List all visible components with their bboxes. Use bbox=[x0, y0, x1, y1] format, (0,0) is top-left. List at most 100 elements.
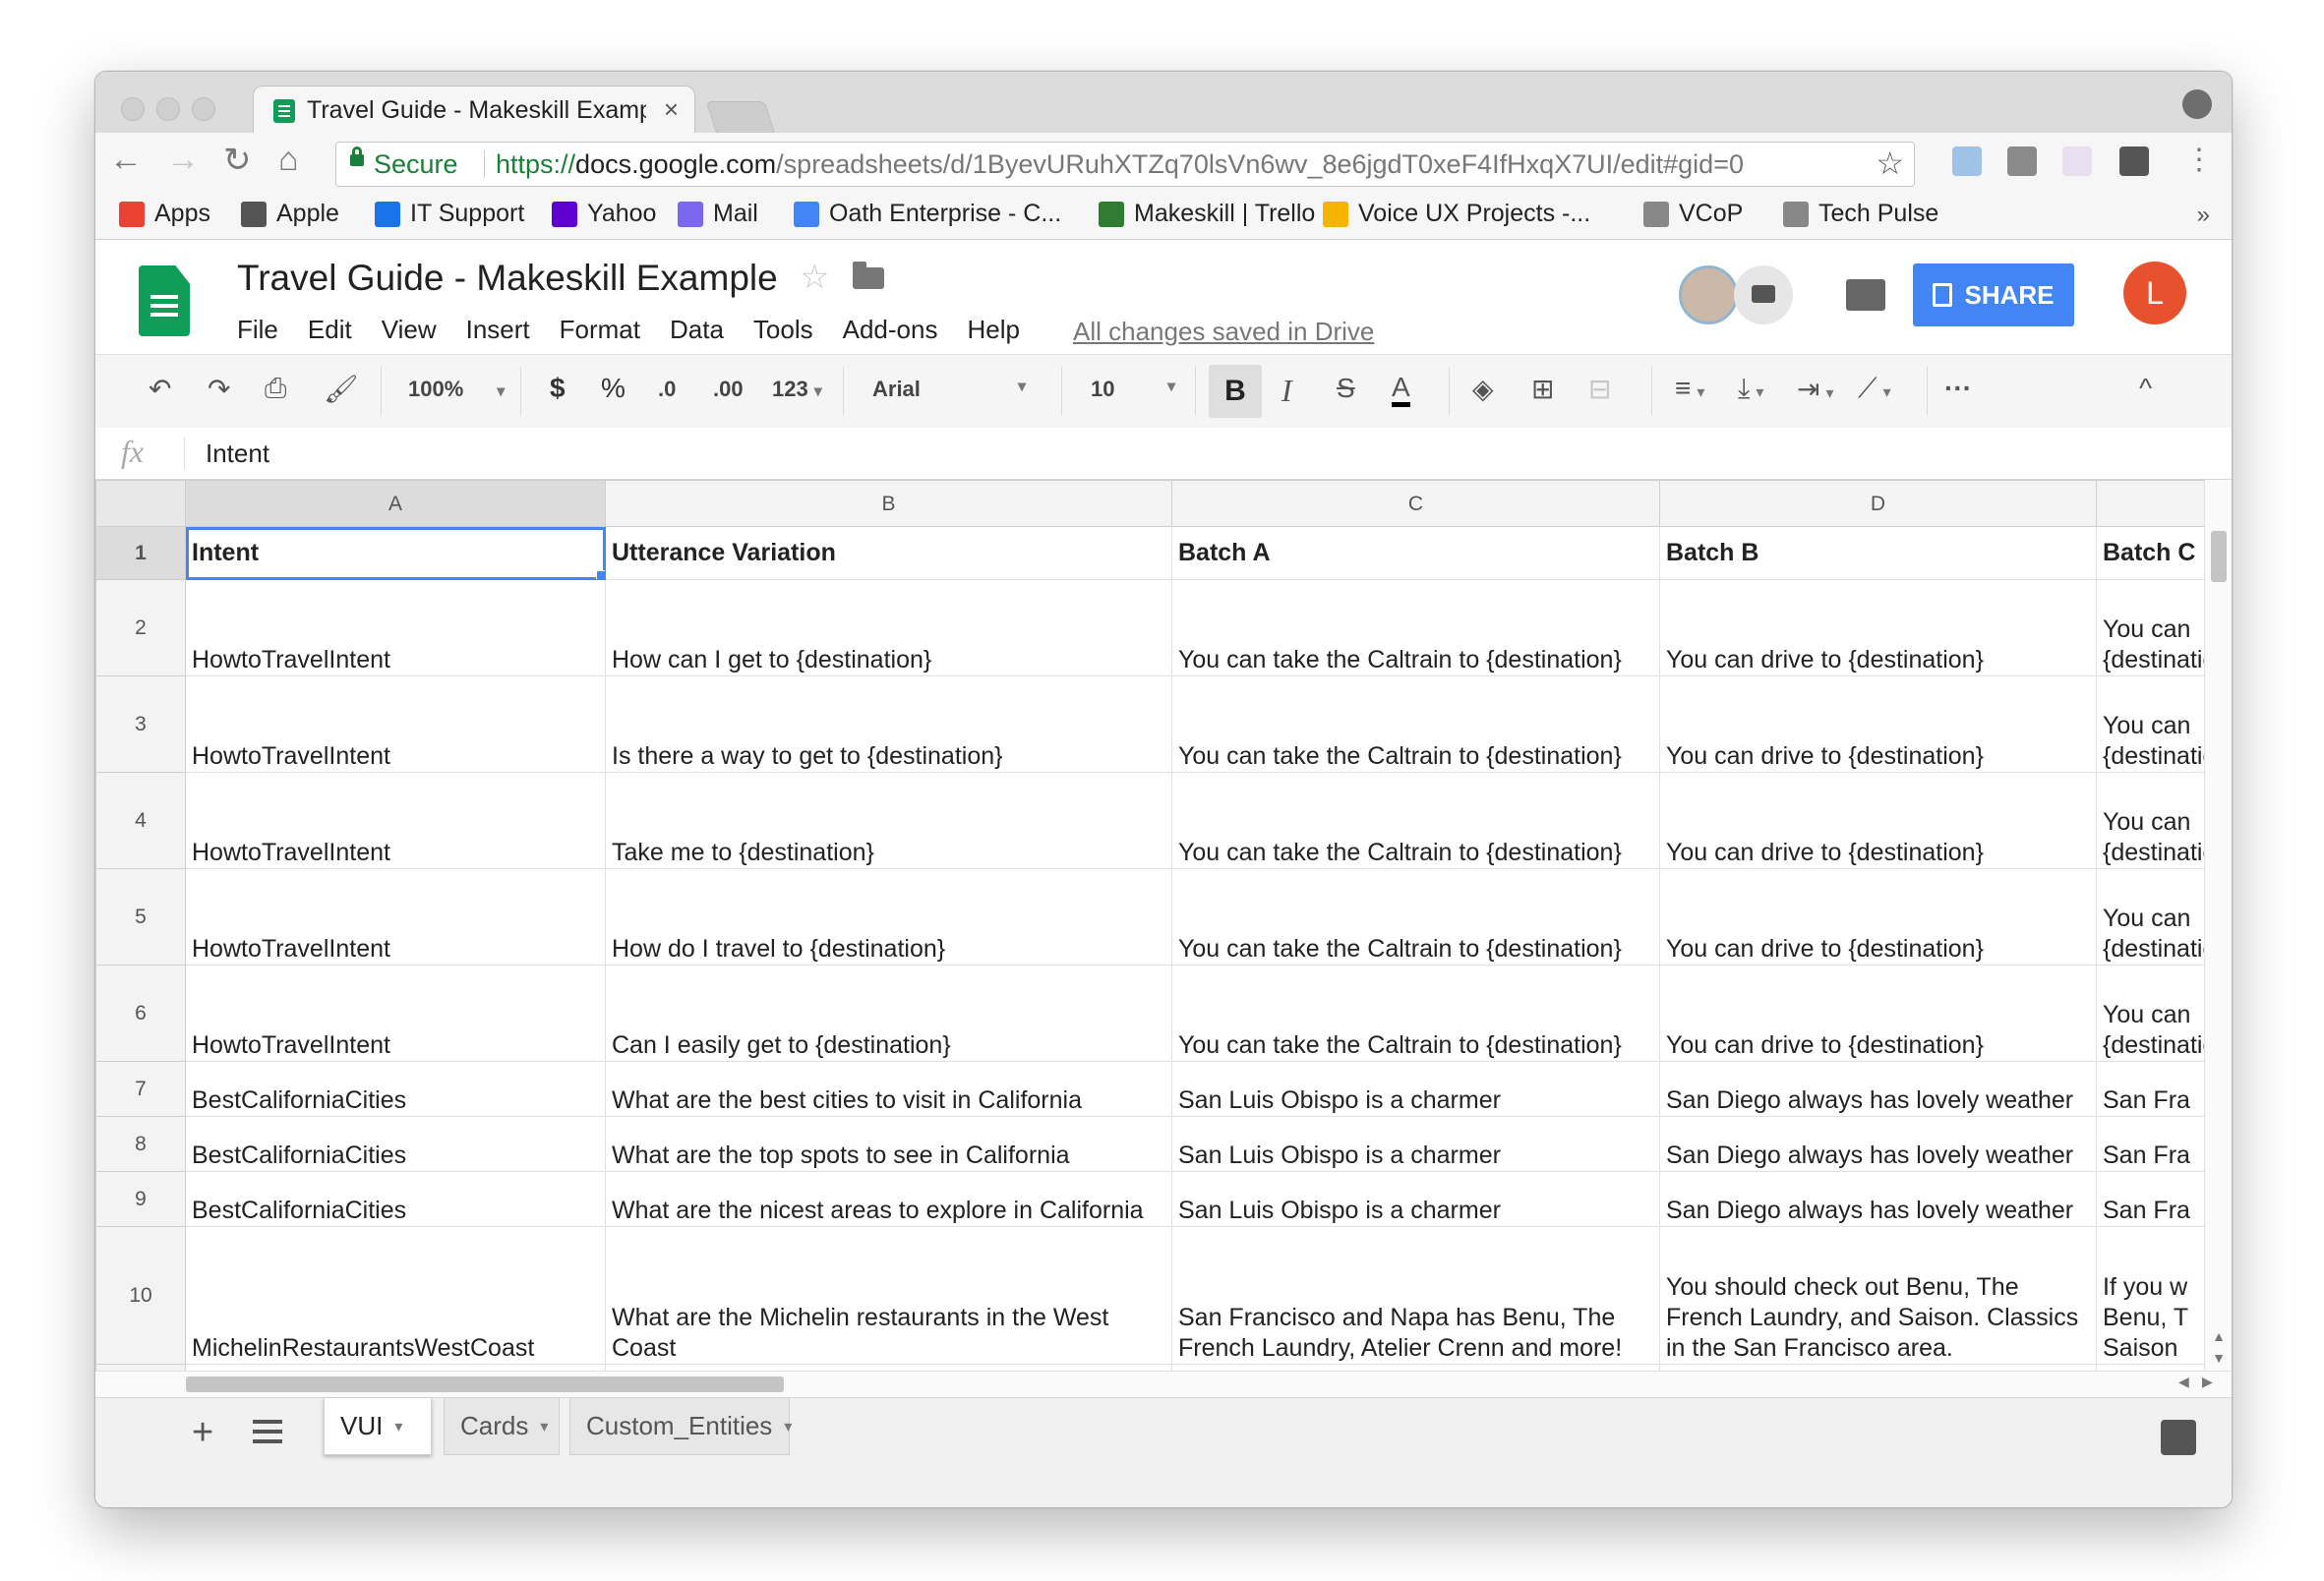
menu-edit[interactable]: Edit bbox=[308, 315, 352, 345]
cell[interactable]: BestCaliforniaCities bbox=[185, 1171, 606, 1227]
collaborators-comment-icon[interactable] bbox=[1734, 265, 1793, 324]
star-icon[interactable]: ☆ bbox=[800, 258, 829, 297]
chevron-down-icon[interactable]: ▾ bbox=[540, 1417, 548, 1436]
bookmark-9[interactable]: VCoP bbox=[1643, 200, 1743, 228]
cell[interactable]: Batch A bbox=[1171, 526, 1660, 580]
cell[interactable]: You can take the Caltrain to {destinatio… bbox=[1171, 965, 1660, 1062]
percent-format-button[interactable]: % bbox=[601, 373, 626, 404]
bookmark-5[interactable]: Mail bbox=[678, 200, 758, 228]
document-title[interactable]: Travel Guide - Makeskill Example bbox=[237, 258, 778, 299]
all-sheets-icon[interactable] bbox=[253, 1420, 282, 1445]
home-icon[interactable]: ⌂ bbox=[278, 141, 299, 179]
italic-button[interactable]: I bbox=[1281, 373, 1292, 409]
row-header[interactable]: 3 bbox=[95, 675, 186, 773]
cell[interactable]: HowtoTravelIntent bbox=[185, 965, 606, 1062]
cell[interactable]: You can drive to {destination} bbox=[1659, 772, 2097, 869]
extension-badge-icon[interactable] bbox=[2119, 146, 2149, 176]
row-header[interactable]: 10 bbox=[95, 1226, 186, 1365]
sheet-tab[interactable]: VUI ▾ bbox=[324, 1398, 432, 1455]
folder-icon[interactable] bbox=[853, 262, 884, 289]
row-header[interactable]: 7 bbox=[95, 1061, 186, 1117]
formula-input[interactable]: Intent bbox=[206, 439, 269, 469]
back-icon[interactable]: ← bbox=[109, 141, 143, 179]
comments-icon[interactable] bbox=[1846, 279, 1885, 311]
row-header[interactable]: 6 bbox=[95, 965, 186, 1062]
chevron-down-icon[interactable]: ▾ bbox=[784, 1417, 792, 1436]
bookmark-10[interactable]: Tech Pulse bbox=[1783, 200, 1938, 228]
vertical-scrollbar[interactable]: ▲ ▼ bbox=[2204, 480, 2232, 1371]
reload-icon[interactable]: ↻ bbox=[223, 141, 252, 180]
cell[interactable]: You can take the Caltrain to {destinatio… bbox=[1171, 868, 1660, 966]
cell[interactable]: Utterance Variation bbox=[605, 526, 1172, 580]
print-icon[interactable]: ⎙ bbox=[265, 373, 286, 405]
close-tab-icon[interactable]: × bbox=[664, 94, 679, 125]
zoom-window-button[interactable] bbox=[192, 97, 215, 121]
vertical-align-icon[interactable]: ⤓ ▾ bbox=[1738, 373, 1763, 405]
merge-cells-icon[interactable]: ⊟ bbox=[1588, 373, 1611, 405]
cell[interactable]: BestCaliforniaCities bbox=[185, 1061, 606, 1117]
cell[interactable]: San Diego always has lovely weather bbox=[1659, 1171, 2097, 1227]
close-window-button[interactable] bbox=[121, 97, 145, 121]
cell[interactable]: You can drive to {destination} bbox=[1659, 579, 2097, 676]
json-extension-icon[interactable] bbox=[2062, 146, 2092, 176]
text-color-button[interactable]: A bbox=[1392, 373, 1410, 407]
cell[interactable]: Take me to {destination} bbox=[605, 772, 1172, 869]
cell[interactable]: What are the nicest areas to explore in … bbox=[605, 1171, 1172, 1227]
url-text[interactable]: https://docs.google.com/spreadsheets/d/1… bbox=[496, 149, 1744, 180]
bookmark-8[interactable]: Voice UX Projects -... bbox=[1323, 200, 1590, 228]
column-header[interactable]: C bbox=[1171, 480, 1660, 527]
cell[interactable]: HowtoTravelIntent bbox=[185, 868, 606, 966]
cell[interactable]: HowtoTravelIntent bbox=[185, 675, 606, 773]
redo-icon[interactable]: ↷ bbox=[208, 373, 230, 405]
cell[interactable]: San Diego always has lovely weather bbox=[1659, 1116, 2097, 1172]
scroll-up-arrow[interactable]: ▲ bbox=[2205, 1325, 2232, 1347]
cell[interactable]: Intent bbox=[185, 526, 606, 580]
profile-icon[interactable] bbox=[2182, 89, 2212, 119]
bookmarks-overflow-icon[interactable]: » bbox=[2197, 202, 2210, 229]
select-all-corner[interactable] bbox=[95, 480, 186, 527]
bookmark-7[interactable]: Makeskill | Trello bbox=[1099, 200, 1315, 228]
cell[interactable]: San Francisco and Napa has Benu, The Fre… bbox=[1171, 1226, 1660, 1365]
horizontal-scrollbar[interactable]: ◀ ▶ bbox=[95, 1371, 2232, 1397]
zoom-select[interactable]: 100% ▾ bbox=[408, 377, 505, 402]
bold-button[interactable]: B bbox=[1209, 365, 1262, 418]
cell[interactable]: San Luis Obispo is a charmer bbox=[1171, 1061, 1660, 1117]
vertical-scroll-thumb[interactable] bbox=[2211, 531, 2227, 582]
sheet-tab[interactable]: Custom_Entities ▾ bbox=[569, 1398, 792, 1455]
add-sheet-icon[interactable]: + bbox=[192, 1412, 213, 1454]
column-header[interactable] bbox=[2096, 480, 2204, 527]
cell[interactable]: Batch B bbox=[1659, 526, 2097, 580]
cell[interactable]: How do I travel to {destination} bbox=[605, 868, 1172, 966]
forward-icon[interactable]: → bbox=[166, 141, 200, 179]
undo-icon[interactable]: ↶ bbox=[149, 373, 171, 405]
cell[interactable]: You can {destination} bbox=[2096, 965, 2204, 1062]
explore-icon[interactable] bbox=[2161, 1420, 2196, 1455]
cell[interactable]: What are the top spots to see in Califor… bbox=[605, 1116, 1172, 1172]
cell[interactable]: What are the Michelin restaurants in the… bbox=[605, 1226, 1172, 1365]
cell[interactable]: How can I get to {destination} bbox=[605, 579, 1172, 676]
cell[interactable]: HowtoTravelIntent bbox=[185, 772, 606, 869]
cell[interactable]: San Diego always has lovely weather bbox=[1659, 1061, 2097, 1117]
menu-view[interactable]: View bbox=[382, 315, 437, 345]
cell[interactable]: You can {destination} bbox=[2096, 579, 2204, 676]
cell[interactable]: San Luis Obispo is a charmer bbox=[1171, 1116, 1660, 1172]
font-size-select[interactable]: 10 ▾ bbox=[1091, 377, 1175, 402]
currency-format-button[interactable]: $ bbox=[550, 373, 566, 404]
collapse-toolbar-icon[interactable]: ^ bbox=[2139, 373, 2152, 404]
minimize-window-button[interactable] bbox=[156, 97, 180, 121]
browser-menu-icon[interactable]: ⋮ bbox=[2184, 143, 2214, 177]
bookmark-3[interactable]: IT Support bbox=[375, 200, 524, 228]
cell[interactable]: You can {destination} bbox=[2096, 772, 2204, 869]
menu-insert[interactable]: Insert bbox=[466, 315, 530, 345]
more-icon[interactable]: ··· bbox=[1944, 373, 1972, 404]
bookmark-star-icon[interactable]: ☆ bbox=[1876, 145, 1904, 182]
menu-help[interactable]: Help bbox=[967, 315, 1019, 345]
decrease-decimal-button[interactable]: .0 bbox=[658, 377, 676, 402]
cell[interactable]: Can I easily get to {destination} bbox=[605, 965, 1172, 1062]
address-bar[interactable]: Secure https://docs.google.com/spreadshe… bbox=[335, 142, 1915, 187]
horizontal-scroll-thumb[interactable] bbox=[186, 1376, 784, 1392]
scroll-right-arrow[interactable]: ▶ bbox=[2202, 1374, 2213, 1390]
bookmark-2[interactable]: Apple bbox=[241, 200, 339, 228]
font-select[interactable]: Arial ▾ bbox=[872, 377, 1026, 402]
row-header[interactable]: 9 bbox=[95, 1171, 186, 1227]
